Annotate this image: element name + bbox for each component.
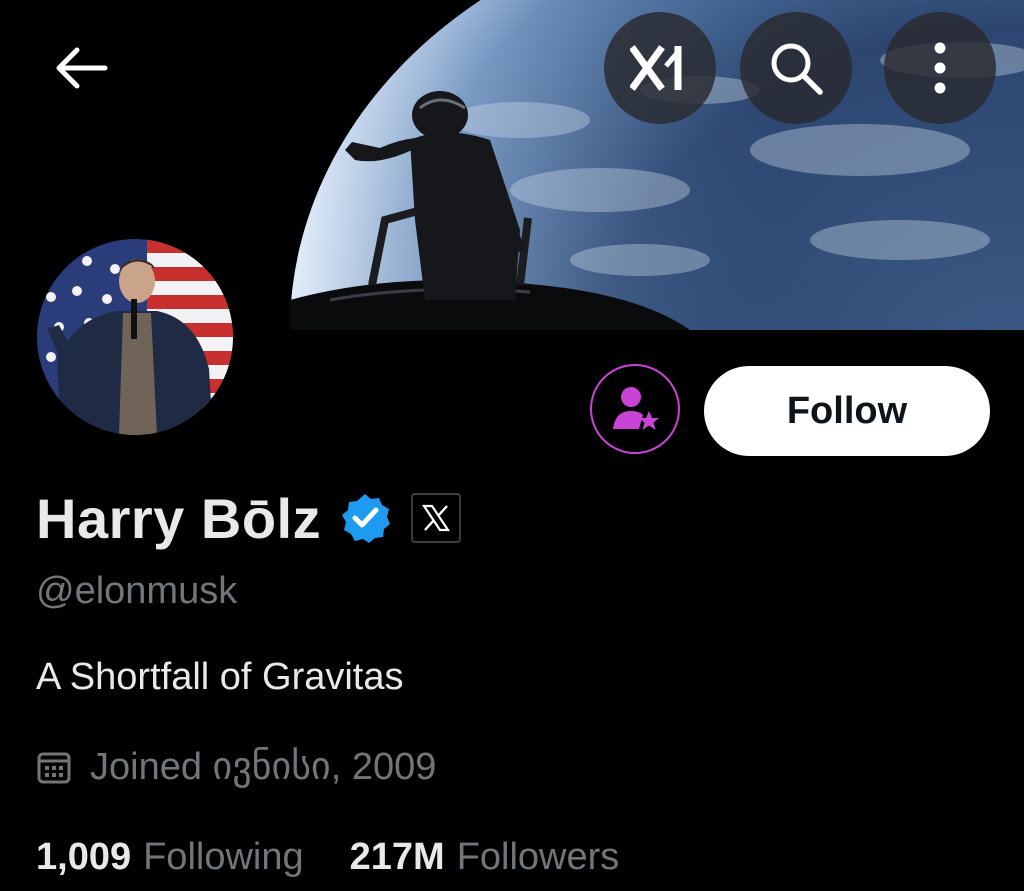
arrow-left-icon — [56, 47, 108, 89]
calendar-icon — [37, 752, 71, 783]
follow-stats: 1,009 Following 217M Followers — [36, 836, 619, 879]
avatar-image — [37, 239, 233, 435]
profile-bio: A Shortfall of Gravitas — [36, 656, 404, 698]
following-stat[interactable]: 1,009 Following — [36, 836, 304, 879]
followers-stat[interactable]: 217M Followers — [350, 836, 620, 879]
followers-count: 217M — [349, 836, 445, 878]
joined-row: Joined ივნისი, 2009 — [36, 744, 436, 789]
search-icon — [771, 43, 823, 95]
joined-date: Joined ივნისი, 2009 — [90, 746, 437, 788]
display-name: Harry Bōlz — [36, 486, 322, 550]
person-star-icon — [613, 387, 659, 430]
affiliation-badge[interactable] — [411, 493, 462, 543]
profile-handle: @elonmusk — [36, 570, 238, 612]
follow-button[interactable]: Follow — [704, 366, 990, 456]
more-vertical-icon — [934, 42, 946, 94]
name-row: Harry Bōlz — [36, 486, 462, 550]
followers-label: Followers — [456, 836, 620, 878]
xai-button[interactable] — [604, 12, 716, 124]
search-button[interactable] — [740, 12, 852, 124]
following-label: Following — [143, 836, 304, 878]
back-button[interactable] — [38, 28, 124, 108]
following-count: 1,009 — [36, 836, 132, 878]
more-options-button[interactable] — [884, 12, 996, 124]
subscribe-button[interactable] — [590, 364, 680, 454]
x-logo-icon — [422, 504, 451, 532]
verified-badge-icon — [342, 494, 391, 543]
profile-avatar[interactable] — [34, 236, 236, 438]
xai-logo-icon — [630, 45, 682, 91]
